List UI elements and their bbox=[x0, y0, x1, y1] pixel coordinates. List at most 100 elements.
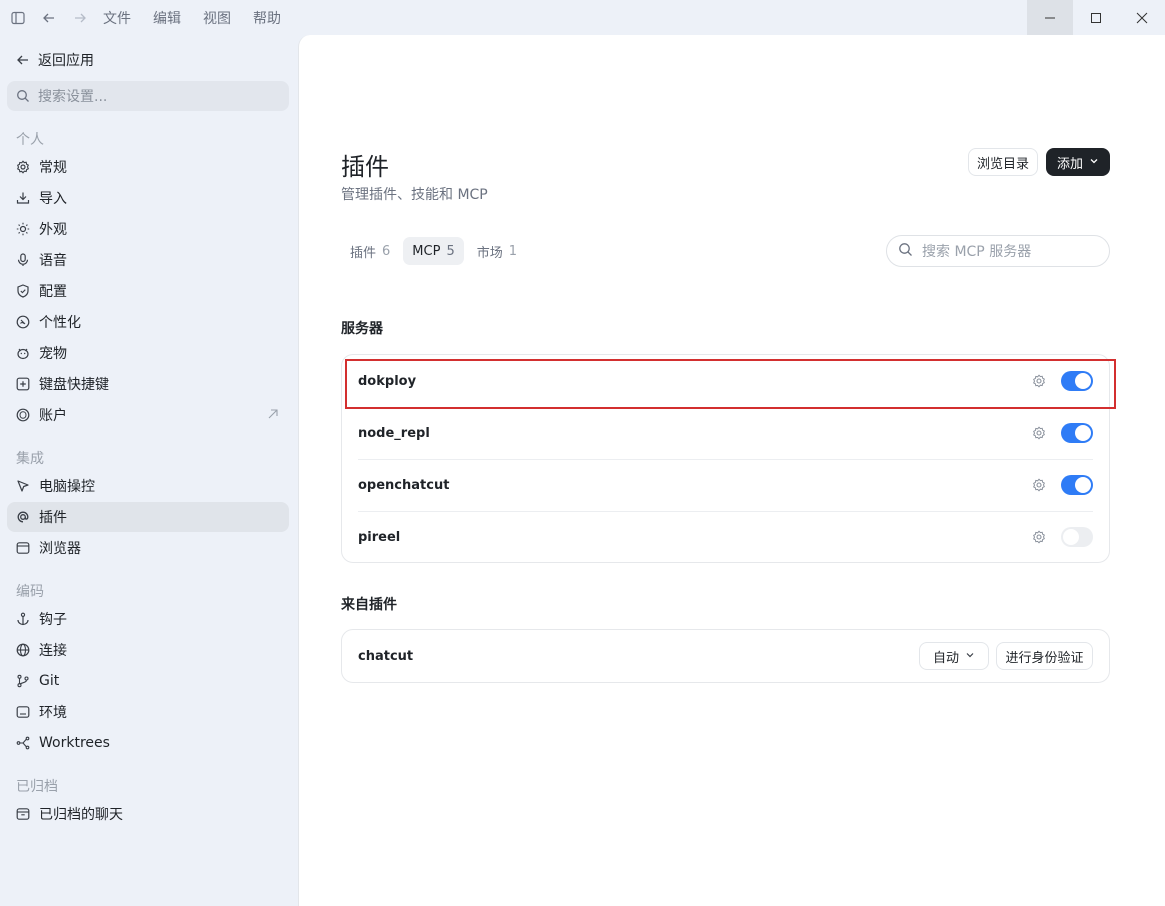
sidebar-item-git[interactable]: Git bbox=[7, 666, 289, 696]
sidebar-item-label: 导入 bbox=[39, 191, 67, 207]
sidebar: 返回应用 搜索设置... 个人 常规 导入 外观 语音 配置 个性化 宠物 键盘… bbox=[0, 35, 298, 906]
sidebar-item-general[interactable]: 常规 bbox=[7, 152, 289, 182]
chevron-down-icon bbox=[965, 649, 975, 664]
back-to-app-link[interactable]: 返回应用 bbox=[16, 50, 94, 70]
sun-icon bbox=[16, 222, 30, 236]
menu-help[interactable]: 帮助 bbox=[253, 8, 281, 28]
tab-marketplace[interactable]: 市场 1 bbox=[468, 237, 526, 265]
gear-icon[interactable] bbox=[1031, 425, 1047, 441]
toggle-knob bbox=[1075, 373, 1091, 389]
section-integration: 集成 bbox=[16, 451, 44, 467]
sidebar-item-plugins[interactable]: 插件 bbox=[7, 502, 289, 532]
sidebar-item-environment[interactable]: 环境 bbox=[7, 697, 289, 727]
title-bar: 文件 编辑 视图 帮助 bbox=[0, 0, 1165, 35]
sidebar-item-account[interactable]: 账户 bbox=[7, 400, 289, 430]
sidebar-item-computer-use[interactable]: 电脑操控 bbox=[7, 471, 289, 501]
terminal-icon bbox=[16, 705, 30, 719]
sidebar-item-label: 配置 bbox=[39, 284, 67, 300]
server-toggle[interactable] bbox=[1061, 527, 1093, 547]
server-name: openchatcut bbox=[358, 477, 450, 493]
plugin-servers-card: chatcut 自动 进行身份验证 bbox=[341, 629, 1110, 683]
tab-mcp[interactable]: MCP 5 bbox=[403, 237, 464, 265]
server-row-pireel: pireel bbox=[342, 511, 1109, 563]
globe-icon bbox=[16, 643, 30, 657]
sidebar-item-browser[interactable]: 浏览器 bbox=[7, 533, 289, 563]
sidebar-item-label: 键盘快捷键 bbox=[39, 377, 109, 393]
anchor-icon bbox=[16, 612, 30, 626]
auth-mode-select[interactable]: 自动 bbox=[919, 642, 989, 670]
gear-icon[interactable] bbox=[1031, 373, 1047, 389]
settings-search-input[interactable]: 搜索设置... bbox=[7, 81, 289, 111]
server-name: dokploy bbox=[358, 373, 417, 389]
mcp-search-placeholder: 搜索 MCP 服务器 bbox=[922, 244, 1032, 260]
menu-view[interactable]: 视图 bbox=[203, 8, 231, 28]
sidebar-item-label: 个性化 bbox=[39, 315, 81, 331]
sidebar-item-connections[interactable]: 连接 bbox=[7, 635, 289, 665]
add-button[interactable]: 添加 bbox=[1046, 148, 1110, 176]
menu-edit[interactable]: 编辑 bbox=[153, 8, 181, 28]
sidebar-item-voice[interactable]: 语音 bbox=[7, 245, 289, 275]
server-toggle[interactable] bbox=[1061, 423, 1093, 443]
sidebar-item-pet[interactable]: 宠物 bbox=[7, 338, 289, 368]
sidebar-item-import[interactable]: 导入 bbox=[7, 183, 289, 213]
mcp-search-input[interactable]: 搜索 MCP 服务器 bbox=[886, 235, 1110, 267]
auth-mode-value: 自动 bbox=[932, 650, 959, 666]
sidebar-item-hooks[interactable]: 钩子 bbox=[7, 604, 289, 634]
browser-icon bbox=[16, 541, 30, 555]
toggle-knob bbox=[1075, 425, 1091, 441]
sidebar-item-appearance[interactable]: 外观 bbox=[7, 214, 289, 244]
section-personal: 个人 bbox=[16, 132, 44, 148]
minimize-button[interactable] bbox=[1027, 0, 1073, 35]
keyboard-icon bbox=[16, 377, 30, 391]
pet-icon bbox=[16, 346, 30, 360]
forward-arrow-icon[interactable] bbox=[72, 10, 88, 26]
sidebar-item-label: Worktrees bbox=[39, 735, 110, 751]
sidebar-item-label: Git bbox=[39, 673, 60, 689]
tab-bar: 插件 6 MCP 5 市场 1 bbox=[341, 237, 526, 265]
server-name: pireel bbox=[358, 529, 401, 545]
plugin-server-row-chatcut: chatcut 自动 进行身份验证 bbox=[342, 630, 1109, 682]
tab-label: 插件 bbox=[350, 245, 377, 261]
back-arrow-icon[interactable] bbox=[41, 10, 57, 26]
sidebar-toggle-icon[interactable] bbox=[10, 10, 26, 26]
tab-plugins[interactable]: 插件 6 bbox=[341, 237, 399, 265]
sidebar-item-label: 钩子 bbox=[39, 612, 67, 628]
page-title: 插件 bbox=[341, 153, 389, 181]
sidebar-item-personalization[interactable]: 个性化 bbox=[7, 307, 289, 337]
menu-file[interactable]: 文件 bbox=[103, 8, 131, 28]
page-subtitle: 管理插件、技能和 MCP bbox=[341, 187, 488, 203]
gear-icon[interactable] bbox=[1031, 477, 1047, 493]
from-plugins-heading: 来自插件 bbox=[341, 597, 397, 613]
tab-count: 5 bbox=[446, 243, 455, 259]
gear-icon[interactable] bbox=[1031, 529, 1047, 545]
server-row-node-repl: node_repl bbox=[342, 407, 1109, 459]
sidebar-item-label: 电脑操控 bbox=[39, 479, 95, 495]
sidebar-item-keyboard-shortcuts[interactable]: 键盘快捷键 bbox=[7, 369, 289, 399]
close-button[interactable] bbox=[1119, 0, 1165, 35]
sidebar-item-config[interactable]: 配置 bbox=[7, 276, 289, 306]
toggle-knob bbox=[1075, 477, 1091, 493]
tab-count: 6 bbox=[382, 243, 391, 259]
maximize-button[interactable] bbox=[1073, 0, 1119, 35]
server-row-openchatcut: openchatcut bbox=[342, 459, 1109, 511]
server-toggle[interactable] bbox=[1061, 371, 1093, 391]
back-label: 返回应用 bbox=[38, 53, 94, 69]
search-icon bbox=[898, 242, 913, 261]
external-link-icon bbox=[267, 408, 279, 424]
add-button-label: 添加 bbox=[1056, 156, 1083, 172]
browse-catalog-button[interactable]: 浏览目录 bbox=[968, 148, 1038, 176]
authenticate-button[interactable]: 进行身份验证 bbox=[996, 642, 1093, 670]
sidebar-item-archived-chats[interactable]: 已归档的聊天 bbox=[7, 799, 289, 829]
palette-icon bbox=[16, 315, 30, 329]
settings-search-placeholder: 搜索设置... bbox=[38, 89, 108, 105]
section-archived: 已归档 bbox=[16, 779, 58, 795]
server-toggle[interactable] bbox=[1061, 475, 1093, 495]
archive-icon bbox=[16, 807, 30, 821]
sidebar-item-worktrees[interactable]: Worktrees bbox=[7, 728, 289, 758]
worktree-icon bbox=[16, 736, 30, 750]
server-row-dokploy: dokploy bbox=[342, 355, 1109, 407]
sidebar-item-label: 已归档的聊天 bbox=[39, 807, 123, 823]
search-icon bbox=[16, 89, 30, 103]
sidebar-item-label: 账户 bbox=[39, 408, 67, 424]
microphone-icon bbox=[16, 253, 30, 267]
